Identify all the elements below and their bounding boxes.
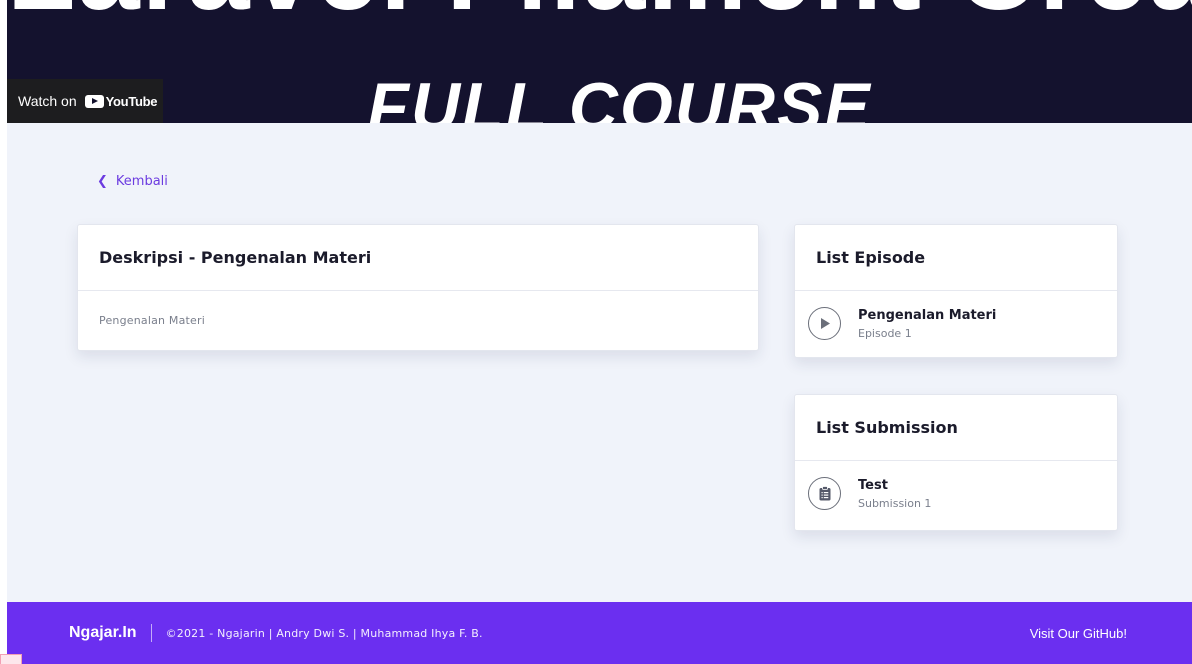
watch-on-label: Watch on [18,93,77,109]
github-link[interactable]: Visit Our GitHub! [1030,626,1127,641]
back-label: Kembali [115,174,168,189]
play-icon [808,307,841,340]
submission-list-title: List Submission [795,395,1117,461]
episode-subtitle: Episode 1 [858,326,912,340]
description-body: Pengenalan Materi [99,314,205,327]
episode-list-card: List Episode Pengenalan Materi Episode 1 [794,224,1118,358]
back-link[interactable]: ❮ Kembali [97,174,168,189]
video-title-top: Laravel Filament Create [7,0,1192,35]
footer-copyright: ©2021 - Ngajarin | Andry Dwi S. | Muhamm… [165,626,483,640]
youtube-label: YouTube [105,93,158,109]
description-card: Deskripsi - Pengenalan Materi Pengenalan… [77,224,759,351]
submission-list-card: List Submission Test Submission 1 [794,394,1118,531]
video-title-bottom: FULL COURSE [367,69,872,123]
episode-item[interactable]: Pengenalan Materi Episode 1 [795,291,1117,340]
corner-badge-icon [0,654,22,664]
episode-list-title: List Episode [795,225,1117,291]
episode-title: Pengenalan Materi [858,307,997,323]
video-player[interactable]: Laravel Filament Create FULL COURSE Watc… [7,0,1192,123]
footer-divider [150,624,152,642]
submission-title: Test [858,477,888,493]
youtube-play-icon [84,94,104,108]
watch-on-youtube-button[interactable]: Watch on YouTube [7,79,163,123]
submission-subtitle: Submission 1 [858,496,932,510]
youtube-logo: YouTube [84,93,158,109]
main-content: ❮ Kembali Deskripsi - Pengenalan Materi … [7,123,1192,602]
clipboard-icon [808,477,841,510]
submission-item[interactable]: Test Submission 1 [795,461,1117,510]
chevron-left-icon: ❮ [97,174,108,189]
description-title: Deskripsi - Pengenalan Materi [78,225,758,291]
footer-brand[interactable]: Ngajar.In [69,624,137,642]
footer: Ngajar.In ©2021 - Ngajarin | Andry Dwi S… [7,602,1192,664]
